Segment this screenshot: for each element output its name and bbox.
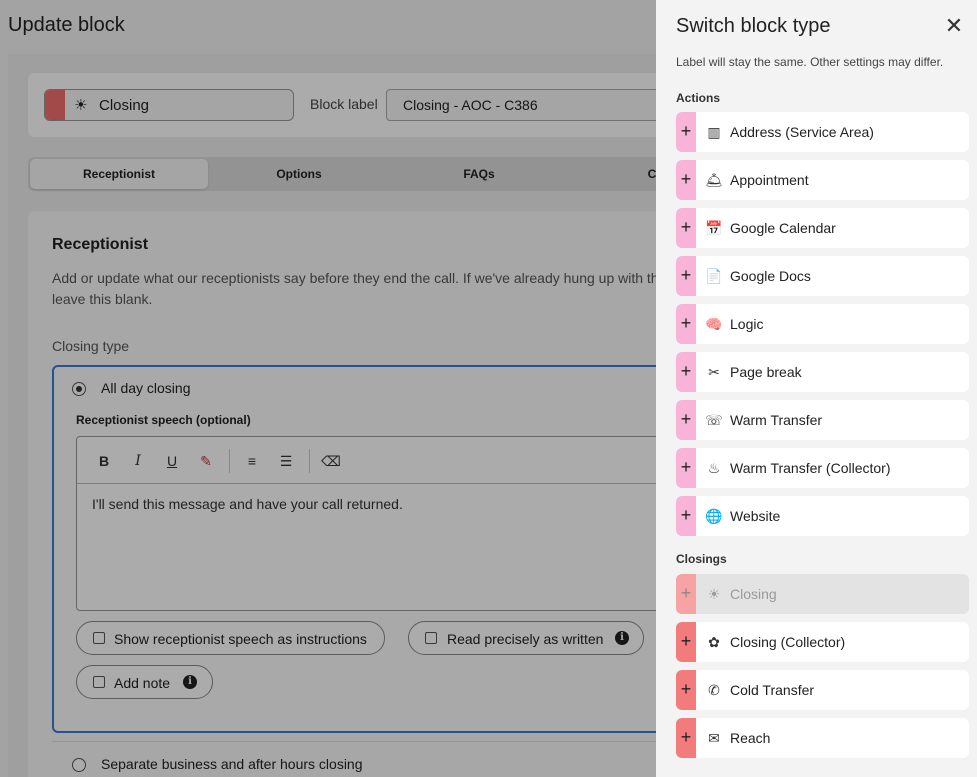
reach-icon: ✉: [708, 730, 720, 746]
drawer-title: Switch block type: [676, 15, 831, 37]
block-type-address[interactable]: + ▥ Address (Service Area): [676, 112, 969, 152]
block-type-closing-collector[interactable]: + ✿ Closing (Collector): [676, 622, 969, 662]
add-icon: +: [676, 574, 696, 614]
block-type-page-break[interactable]: + ✂ Page break: [676, 352, 969, 392]
block-type-reach[interactable]: + ✉ Reach: [676, 718, 969, 758]
close-icon[interactable]: ✕: [943, 15, 965, 37]
closing-collector-icon: ✿: [708, 634, 720, 650]
block-type-label: Page break: [730, 364, 802, 380]
block-type-label: Warm Transfer: [730, 412, 823, 428]
closings-group-title: Closings: [676, 552, 727, 566]
block-type-label: Google Calendar: [730, 220, 836, 236]
block-type-label: Cold Transfer: [730, 682, 815, 698]
block-type-warm-transfer[interactable]: + ☏ Warm Transfer: [676, 400, 969, 440]
block-type-label: Closing (Collector): [730, 634, 846, 650]
modal-backdrop[interactable]: [0, 0, 656, 777]
actions-group-title: Actions: [676, 91, 721, 105]
document-icon: 📄: [705, 268, 723, 284]
block-type-google-docs[interactable]: + 📄 Google Docs: [676, 256, 969, 296]
switch-block-type-drawer: Switch block type ✕ Label will stay the …: [656, 0, 977, 777]
block-type-label: Website: [730, 508, 781, 524]
block-type-closing: + ☀ Closing: [676, 574, 969, 614]
block-type-appointment[interactable]: + 🛎 Appointment: [676, 160, 969, 200]
add-icon: +: [676, 208, 696, 248]
sunset-icon: ☀: [707, 586, 721, 602]
warm-transfer-icon: ☏: [705, 412, 723, 428]
block-type-label: Warm Transfer (Collector): [730, 460, 891, 476]
add-icon: +: [676, 400, 696, 440]
add-icon: +: [676, 112, 696, 152]
block-type-label: Google Docs: [730, 268, 811, 284]
add-icon: +: [676, 670, 696, 710]
drawer-subtitle: Label will stay the same. Other settings…: [676, 55, 944, 69]
add-icon: +: [676, 496, 696, 536]
calendar-icon: 📅: [705, 220, 723, 236]
logic-head-icon: 🧠: [705, 316, 723, 332]
block-type-logic[interactable]: + 🧠 Logic: [676, 304, 969, 344]
add-icon: +: [676, 160, 696, 200]
block-type-label: Closing: [730, 586, 777, 602]
block-type-label: Reach: [730, 730, 771, 746]
service-bell-icon: 🛎: [705, 172, 723, 188]
block-type-cold-transfer[interactable]: + ✆ Cold Transfer: [676, 670, 969, 710]
block-type-label: Address (Service Area): [730, 124, 874, 140]
globe-icon: 🌐: [705, 508, 723, 524]
block-type-warm-transfer-collector[interactable]: + ♨ Warm Transfer (Collector): [676, 448, 969, 488]
add-icon: +: [676, 622, 696, 662]
add-icon: +: [676, 256, 696, 296]
warm-transfer-collector-icon: ♨: [707, 460, 721, 476]
address-columns-icon: ▥: [707, 124, 721, 140]
block-type-website[interactable]: + 🌐 Website: [676, 496, 969, 536]
cold-transfer-icon: ✆: [708, 682, 720, 698]
block-type-label: Logic: [730, 316, 764, 332]
block-type-google-calendar[interactable]: + 📅 Google Calendar: [676, 208, 969, 248]
add-icon: +: [676, 448, 696, 488]
add-icon: +: [676, 718, 696, 758]
add-icon: +: [676, 352, 696, 392]
add-icon: +: [676, 304, 696, 344]
page-break-icon: ✂: [708, 364, 720, 380]
block-type-label: Appointment: [730, 172, 809, 188]
